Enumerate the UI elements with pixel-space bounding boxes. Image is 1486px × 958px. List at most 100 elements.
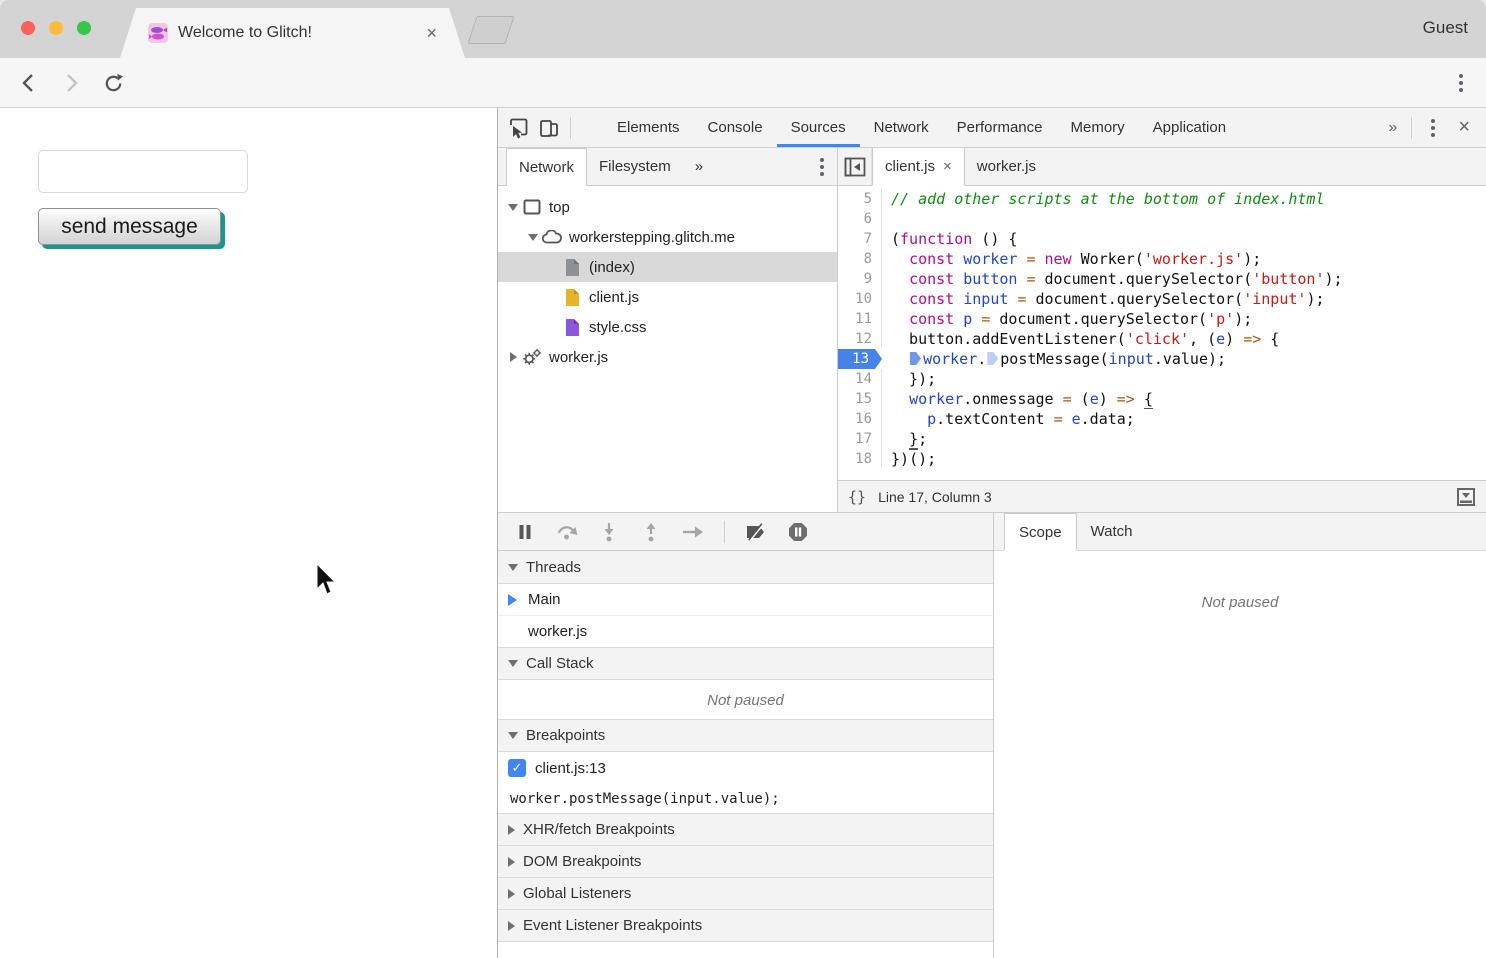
code-line-16[interactable]: 16 p.textContent = e.data; — [838, 409, 1486, 429]
gutter-line-number[interactable]: 12 — [838, 329, 882, 349]
code-line-18[interactable]: 18})(); — [838, 449, 1486, 469]
tab-performance[interactable]: Performance — [943, 108, 1057, 147]
gutter-line-number[interactable]: 8 — [838, 249, 882, 269]
close-window-button[interactable] — [21, 21, 35, 35]
code-line-8[interactable]: 8 const worker = new Worker('worker.js')… — [838, 249, 1486, 269]
tab-scope[interactable]: Scope — [1004, 513, 1077, 551]
gutter-line-number[interactable]: 15 — [838, 389, 882, 409]
tree-item-index[interactable]: (index) — [498, 252, 837, 282]
gutter-line-number[interactable]: 7 — [838, 229, 882, 249]
code-line-12[interactable]: 12 button.addEventListener('click', (e) … — [838, 329, 1486, 349]
gutter-line-number[interactable]: 18 — [838, 449, 882, 469]
gutter-line-number[interactable]: 14 — [838, 369, 882, 389]
code-line-5[interactable]: 5// add other scripts at the bottom of i… — [838, 189, 1486, 209]
gutter-line-number[interactable]: 11 — [838, 309, 882, 329]
navigator-tab-filesystem[interactable]: Filesystem — [587, 148, 683, 185]
section-title: Event Listener Breakpoints — [523, 917, 702, 934]
tree-item-top[interactable]: top — [498, 192, 837, 222]
expanded-arrow-icon[interactable] — [506, 204, 520, 211]
devtools-menu-icon[interactable] — [1418, 114, 1448, 142]
step-icon[interactable] — [676, 518, 710, 546]
pause-on-exceptions-icon[interactable] — [781, 518, 815, 546]
reload-icon[interactable] — [100, 70, 126, 96]
gutter-line-number[interactable]: 17 — [838, 429, 882, 449]
code-line-14[interactable]: 14 }); — [838, 369, 1486, 389]
navigator-menu-icon[interactable] — [807, 153, 837, 181]
step-over-icon[interactable] — [550, 518, 584, 546]
pause-script-icon[interactable] — [508, 518, 542, 546]
gutter-line-number[interactable]: 5 — [838, 189, 882, 209]
browser-tab[interactable]: Welcome to Glitch! × — [120, 8, 465, 58]
toolbar-separator-2 — [1411, 117, 1412, 139]
message-input[interactable] — [38, 150, 248, 193]
zoom-window-button[interactable] — [77, 21, 91, 35]
code-line-9[interactable]: 9 const button = document.querySelector(… — [838, 269, 1486, 289]
tab-elements[interactable]: Elements — [603, 108, 694, 147]
code-line-7[interactable]: 7(function () { — [838, 229, 1486, 249]
inline-breakpoint-candidate-icon[interactable] — [987, 352, 998, 365]
close-editor-tab-icon[interactable]: × — [943, 158, 952, 175]
code-line-content: p.textContent = e.data; — [882, 409, 1135, 429]
navigator-more-tabs-icon[interactable]: » — [683, 148, 715, 185]
device-toolbar-icon[interactable] — [534, 114, 564, 142]
gutter-line-number[interactable]: 9 — [838, 269, 882, 289]
section-header-event-listener-breakpoints[interactable]: Event Listener Breakpoints — [498, 909, 993, 942]
collapsed-arrow-icon[interactable] — [506, 352, 520, 362]
tab-network[interactable]: Network — [860, 108, 943, 147]
back-icon[interactable] — [16, 70, 42, 96]
tab-watch[interactable]: Watch — [1077, 513, 1147, 550]
section-header-dom-breakpoints[interactable]: DOM Breakpoints — [498, 845, 993, 878]
code-line-11[interactable]: 11 const p = document.querySelector('p')… — [838, 309, 1486, 329]
call-stack-empty-message: Not paused — [498, 680, 993, 720]
inspect-element-icon[interactable] — [504, 114, 534, 142]
new-tab-button[interactable] — [467, 16, 514, 44]
code-line-17[interactable]: 17 }; — [838, 429, 1486, 449]
breakpoint-checkbox[interactable]: ✓ — [508, 759, 526, 777]
gutter-line-number[interactable]: 16 — [838, 409, 882, 429]
tab-close-icon[interactable]: × — [426, 23, 437, 44]
forward-icon[interactable] — [58, 70, 84, 96]
breakpoint-code-snippet[interactable]: worker.postMessage(input.value); — [498, 784, 993, 814]
code-line-6[interactable]: 6 — [838, 209, 1486, 229]
breakpoint-entry[interactable]: ✓client.js:13 — [498, 752, 993, 784]
deactivate-breakpoints-icon[interactable] — [739, 518, 773, 546]
navigator-tab-network[interactable]: Network — [506, 148, 587, 186]
section-header-global-listeners[interactable]: Global Listeners — [498, 877, 993, 910]
devtools-close-icon[interactable]: × — [1448, 116, 1480, 139]
thread-main[interactable]: Main — [498, 584, 993, 616]
show-drawer-icon[interactable] — [1456, 487, 1476, 507]
editor-tab-worker-js[interactable]: worker.js — [965, 148, 1048, 185]
code-line-15[interactable]: 15 worker.onmessage = (e) => { — [838, 389, 1486, 409]
step-into-icon[interactable] — [592, 518, 626, 546]
breakpoint-marker[interactable]: 13 — [838, 349, 882, 369]
profile-label[interactable]: Guest — [1423, 18, 1468, 38]
tab-console[interactable]: Console — [694, 108, 777, 147]
step-out-icon[interactable] — [634, 518, 668, 546]
editor-tab-client-js[interactable]: client.js× — [872, 148, 965, 186]
tab-sources[interactable]: Sources — [777, 108, 860, 147]
gutter-line-number[interactable]: 10 — [838, 289, 882, 309]
breakpoints-section-header[interactable]: Breakpoints — [498, 719, 993, 752]
tree-item-client-js[interactable]: client.js — [498, 282, 837, 312]
more-tabs-icon[interactable]: » — [1380, 119, 1405, 137]
pretty-print-icon[interactable]: {} — [848, 488, 866, 506]
send-message-button[interactable]: send message — [38, 208, 221, 245]
inline-breakpoint-icon[interactable] — [910, 352, 921, 365]
tree-item-workerstepping-glitch-me[interactable]: workerstepping.glitch.me — [498, 222, 837, 252]
code-line-13[interactable]: 13 worker.postMessage(input.value); — [838, 349, 1486, 369]
tree-item-worker-js[interactable]: worker.js — [498, 342, 837, 372]
minimize-window-button[interactable] — [49, 21, 63, 35]
section-header-xhr-fetch-breakpoints[interactable]: XHR/fetch Breakpoints — [498, 813, 993, 846]
hide-navigator-icon[interactable] — [838, 148, 872, 185]
thread-worker-js[interactable]: worker.js — [498, 616, 993, 648]
code-line-10[interactable]: 10 const input = document.querySelector(… — [838, 289, 1486, 309]
expanded-arrow-icon[interactable] — [526, 234, 540, 241]
tab-memory[interactable]: Memory — [1057, 108, 1139, 147]
code-editor[interactable]: 5// add other scripts at the bottom of i… — [838, 186, 1486, 480]
call-stack-section-header[interactable]: Call Stack — [498, 647, 993, 680]
browser-menu-icon[interactable] — [1448, 70, 1474, 96]
tree-item-style-css[interactable]: style.css — [498, 312, 837, 342]
threads-section-header[interactable]: Threads — [498, 551, 993, 584]
gutter-line-number[interactable]: 6 — [838, 209, 882, 229]
tab-application[interactable]: Application — [1139, 108, 1240, 147]
